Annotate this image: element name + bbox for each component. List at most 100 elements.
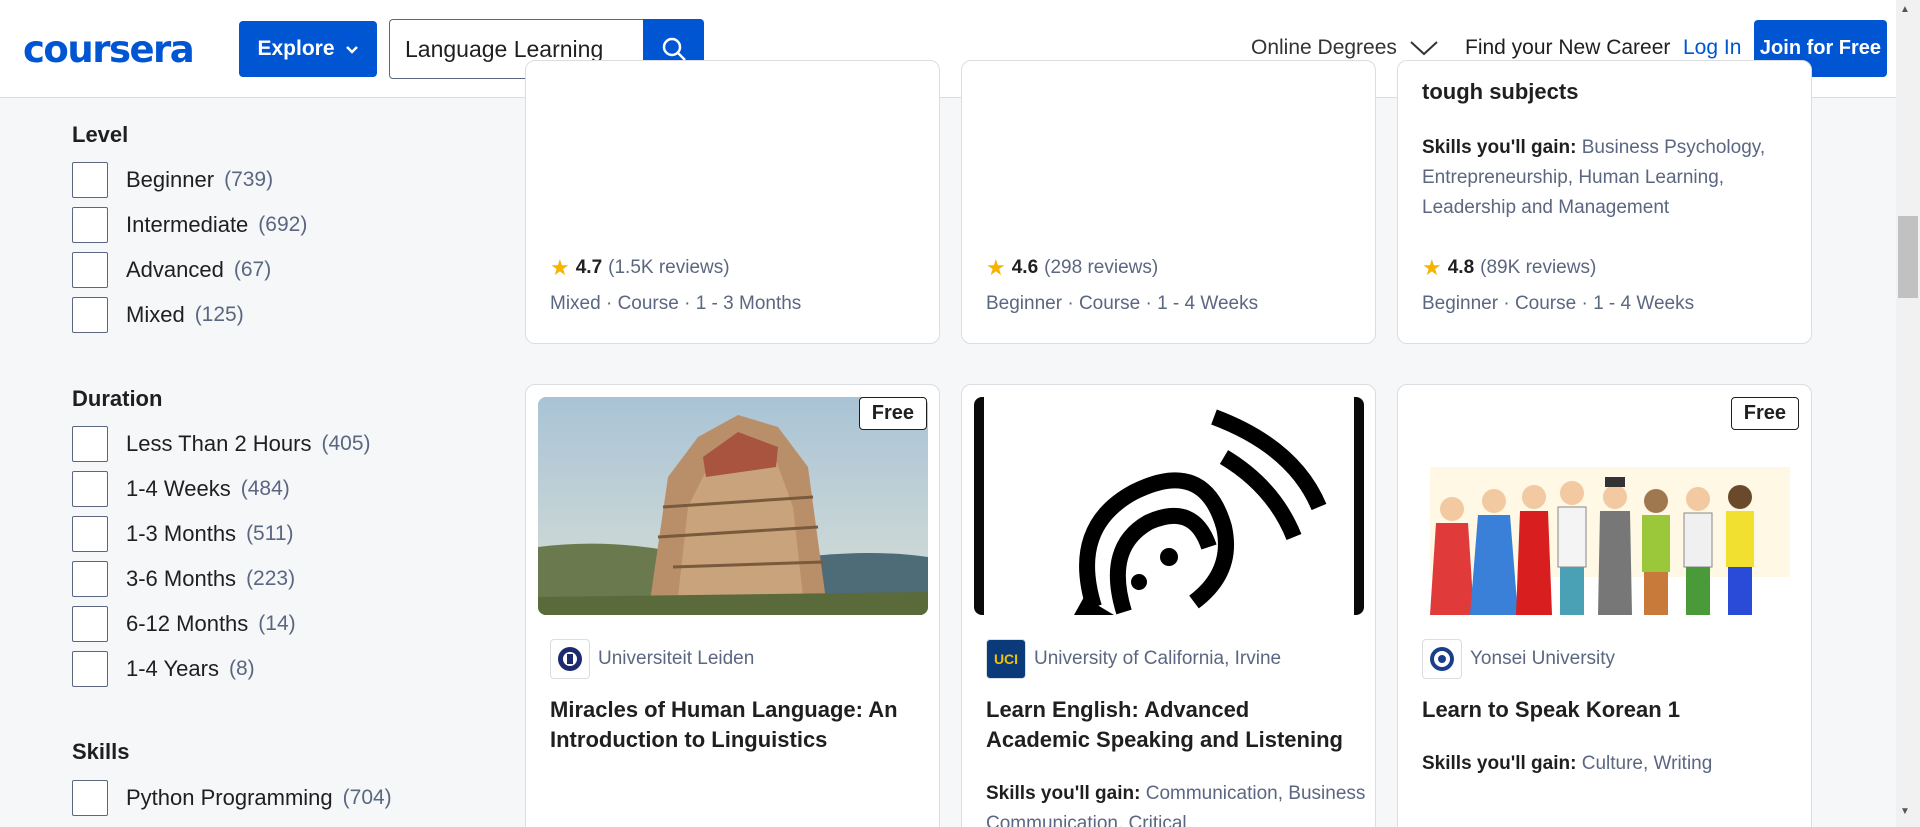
filter-count: (67) <box>233 258 272 281</box>
star-icon: ★ <box>550 255 570 280</box>
card-title[interactable]: Learn English: Advanced Academic Speakin… <box>986 695 1356 755</box>
review-count: (89K reviews) <box>1480 257 1597 278</box>
uci-logo-text: UCI <box>993 651 1019 667</box>
level-filter-title: Level <box>72 122 129 147</box>
card-title: tough subjects <box>1422 79 1579 104</box>
filter-count: (739) <box>224 168 274 191</box>
scrollbar-thumb[interactable] <box>1898 216 1918 298</box>
checkbox[interactable] <box>72 426 108 462</box>
card-skills: Skills you'll gain: Communication, Busin… <box>986 779 1366 827</box>
checkbox[interactable] <box>72 780 108 816</box>
filter-label: Mixed <box>126 302 185 327</box>
partner-name: Yonsei University <box>1470 648 1616 669</box>
filter-level-intermediate[interactable]: Intermediate (692) <box>72 207 307 243</box>
filter-duration-1-3-months[interactable]: 1-3 Months (511) <box>72 516 294 552</box>
online-degrees-label: Online Degrees <box>1251 36 1397 59</box>
free-badge: Free <box>858 397 927 430</box>
filter-level-beginner[interactable]: Beginner (739) <box>72 162 273 198</box>
filter-skill-python-programming[interactable]: Python Programming (704) <box>72 780 392 816</box>
filter-label: 6-12 Months <box>126 611 249 636</box>
filter-count: (405) <box>321 432 371 455</box>
card-rating: ★ 4.7 (1.5K reviews) <box>550 255 730 281</box>
filter-label: Python Programming <box>126 785 333 810</box>
course-card[interactable]: Free Yonsei University Learn to Speak Ko… <box>1397 384 1812 827</box>
filter-label: 1-4 Weeks <box>126 476 231 501</box>
filter-label: Advanced <box>126 257 224 282</box>
partner-name: University of California, Irvine <box>1034 648 1282 669</box>
skills-label: Skills you'll gain: <box>1422 137 1577 158</box>
filter-level-mixed[interactable]: Mixed (125) <box>72 297 244 333</box>
card-rating: ★ 4.6 (298 reviews) <box>986 255 1158 281</box>
course-thumbnail-listening-icon <box>974 397 1364 615</box>
checkbox[interactable] <box>72 207 108 243</box>
card-title[interactable]: Learn to Speak Korean 1 <box>1422 695 1792 725</box>
filter-duration-less-than-2-hours[interactable]: Less Than 2 Hours (405) <box>72 426 371 462</box>
filter-count: (125) <box>194 303 244 326</box>
filter-label: Less Than 2 Hours <box>126 431 312 456</box>
course-card[interactable]: UCI University of California, Irvine Lea… <box>961 384 1376 827</box>
review-count: (1.5K reviews) <box>608 257 730 278</box>
card-title[interactable]: Miracles of Human Language: An Introduct… <box>550 695 920 755</box>
scroll-up-arrow-icon[interactable]: ▲ <box>1900 4 1910 15</box>
filter-level-advanced[interactable]: Advanced (67) <box>72 252 271 288</box>
checkbox[interactable] <box>72 561 108 597</box>
search-icon <box>662 37 686 61</box>
online-degrees-menu[interactable]: Online Degrees <box>1251 36 1439 60</box>
rating-value: 4.6 <box>1011 257 1039 278</box>
coursera-logo[interactable]: coursera <box>23 28 195 71</box>
free-badge: Free <box>1730 397 1799 430</box>
filter-label: Intermediate <box>126 212 249 237</box>
explore-button[interactable]: Explore <box>239 21 377 77</box>
checkbox[interactable] <box>72 297 108 333</box>
star-icon: ★ <box>1422 255 1442 280</box>
filter-count: (14) <box>258 612 296 635</box>
filter-duration-6-12-months[interactable]: 6-12 Months (14) <box>72 606 296 642</box>
filter-duration-1-4-years[interactable]: 1-4 Years (8) <box>72 651 255 687</box>
card-partner: Yonsei University <box>1422 639 1615 679</box>
login-link[interactable]: Log In <box>1683 36 1741 60</box>
course-card[interactable]: tough subjects Skills you'll gain: Busin… <box>1397 60 1812 344</box>
card-skills: Skills you'll gain: Culture, Writing <box>1422 749 1802 779</box>
page-scrollbar[interactable] <box>1896 0 1920 827</box>
filter-label: 1-3 Months <box>126 521 237 546</box>
filter-duration-1-4-weeks[interactable]: 1-4 Weeks (484) <box>72 471 290 507</box>
checkbox[interactable] <box>72 606 108 642</box>
card-info: Beginner · Course · 1 - 4 Weeks <box>986 293 1259 314</box>
card-rating: ★ 4.8 (89K reviews) <box>1422 255 1596 281</box>
filter-duration-3-6-months[interactable]: 3-6 Months (223) <box>72 561 295 597</box>
course-card[interactable]: Free Universiteit Leiden Miracles of Hum… <box>525 384 940 827</box>
course-card[interactable]: ★ 4.6 (298 reviews) Beginner · Course · … <box>961 60 1376 344</box>
filter-count: (8) <box>228 657 255 680</box>
card-info: Beginner · Course · 1 - 4 Weeks <box>1422 293 1695 314</box>
card-skills: Skills you'll gain: Business Psychology,… <box>1422 133 1802 223</box>
filter-count: (704) <box>342 786 392 809</box>
university-seal-icon <box>550 639 590 679</box>
course-card[interactable]: ★ 4.7 (1.5K reviews) Mixed · Course · 1 … <box>525 60 940 344</box>
filter-count: (223) <box>246 567 296 590</box>
checkbox[interactable] <box>72 252 108 288</box>
star-icon: ★ <box>986 255 1006 280</box>
filter-count: (692) <box>258 213 308 236</box>
checkbox[interactable] <box>72 162 108 198</box>
skills-label: Skills you'll gain: <box>986 783 1141 804</box>
scroll-down-arrow-icon[interactable]: ▼ <box>1900 806 1910 817</box>
filter-label: 1-4 Years <box>126 656 219 681</box>
card-info: Mixed · Course · 1 - 3 Months <box>550 293 802 314</box>
checkbox[interactable] <box>72 471 108 507</box>
rating-value: 4.8 <box>1447 257 1475 278</box>
checkbox[interactable] <box>72 516 108 552</box>
find-career-link[interactable]: Find your New Career <box>1465 36 1670 60</box>
checkbox[interactable] <box>72 651 108 687</box>
rating-value: 4.7 <box>575 257 603 278</box>
university-seal-icon <box>1422 639 1462 679</box>
filter-count: (511) <box>246 522 294 545</box>
filter-label: Beginner <box>126 167 215 192</box>
filter-count: (484) <box>240 477 290 500</box>
card-partner: Universiteit Leiden <box>550 639 754 679</box>
uci-logo-icon: UCI <box>986 639 1026 679</box>
card-partner: UCI University of California, Irvine <box>986 639 1281 679</box>
filter-label: 3-6 Months <box>126 566 237 591</box>
skills-list: Culture, Writing <box>1581 753 1713 774</box>
review-count: (298 reviews) <box>1044 257 1159 278</box>
skills-label: Skills you'll gain: <box>1422 753 1577 774</box>
